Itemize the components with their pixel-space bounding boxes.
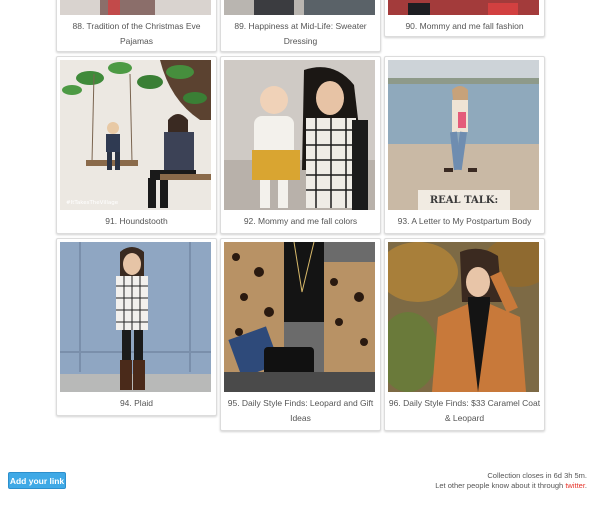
entry-thumbnail[interactable]: REAL TALK: xyxy=(388,60,539,210)
share-text: Let other people know about it through t… xyxy=(435,481,587,491)
entry-caption[interactable]: 92. Mommy and me fall colors xyxy=(224,214,377,229)
mommy-me-fall-fashion-photo xyxy=(388,0,539,15)
entry-thumbnail[interactable] xyxy=(60,0,211,15)
leopard-gift-ideas-photo xyxy=(224,242,375,392)
share-end: . xyxy=(584,481,587,490)
entry-caption[interactable]: 96. Daily Style Finds: $33 Caramel Coat … xyxy=(388,396,541,426)
twitter-link[interactable]: twitter xyxy=(565,481,585,490)
entry-thumbnail[interactable] xyxy=(224,242,375,392)
link-card-96[interactable]: 96. Daily Style Finds: $33 Caramel Coat … xyxy=(384,238,545,431)
add-your-link-button[interactable]: Add your link xyxy=(8,472,66,489)
link-card-94[interactable]: 94. Plaid xyxy=(56,238,217,416)
entry-caption[interactable]: 93. A Letter to My Postpartum Body xyxy=(388,214,541,229)
mommy-me-fall-colors-photo xyxy=(224,60,375,210)
link-card-88[interactable]: 88. Tradition of the Christmas Eve Pajam… xyxy=(56,0,217,52)
link-card-95[interactable]: 95. Daily Style Finds: Leopard and Gift … xyxy=(220,238,381,431)
sweater-dressing-photo xyxy=(224,0,375,15)
entry-caption[interactable]: 90. Mommy and me fall fashion xyxy=(388,19,541,34)
overlay-text: #ItTakesTheVillage xyxy=(66,200,119,206)
caramel-coat-photo xyxy=(388,242,539,392)
link-card-93[interactable]: REAL TALK: 93. A Letter to My Postpartum… xyxy=(384,56,545,234)
entry-thumbnail[interactable] xyxy=(224,0,375,15)
entry-thumbnail[interactable] xyxy=(388,242,539,392)
link-card-89[interactable]: 89. Happiness at Mid-Life: Sweater Dress… xyxy=(220,0,381,52)
entry-thumbnail[interactable] xyxy=(388,0,539,15)
plaid-photo xyxy=(60,242,211,392)
entry-thumbnail[interactable] xyxy=(224,60,375,210)
entry-caption[interactable]: 95. Daily Style Finds: Leopard and Gift … xyxy=(224,396,377,426)
link-card-91[interactable]: #ItTakesTheVillage 91. Houndstooth xyxy=(56,56,217,234)
entry-caption[interactable]: 89. Happiness at Mid-Life: Sweater Dress… xyxy=(224,19,377,49)
postpartum-letter-photo: REAL TALK: xyxy=(388,60,539,210)
collection-closes-text: Collection closes in 6d 3h 5m. xyxy=(487,471,587,480)
link-card-90[interactable]: 90. Mommy and me fall fashion xyxy=(384,0,545,37)
collection-footer: Collection closes in 6d 3h 5m. Let other… xyxy=(435,471,587,491)
overlay-text: REAL TALK: xyxy=(430,195,498,206)
entry-thumbnail[interactable]: #ItTakesTheVillage xyxy=(60,60,211,210)
entry-caption[interactable]: 88. Tradition of the Christmas Eve Pajam… xyxy=(60,19,213,49)
houndstooth-photo: #ItTakesTheVillage xyxy=(60,60,211,210)
entry-caption[interactable]: 91. Houndstooth xyxy=(60,214,213,229)
entry-thumbnail[interactable] xyxy=(60,242,211,392)
christmas-pajamas-photo xyxy=(60,0,211,15)
share-prefix: Let other people know about it through xyxy=(435,481,564,490)
entry-caption[interactable]: 94. Plaid xyxy=(60,396,213,411)
link-card-92[interactable]: 92. Mommy and me fall colors xyxy=(220,56,381,234)
